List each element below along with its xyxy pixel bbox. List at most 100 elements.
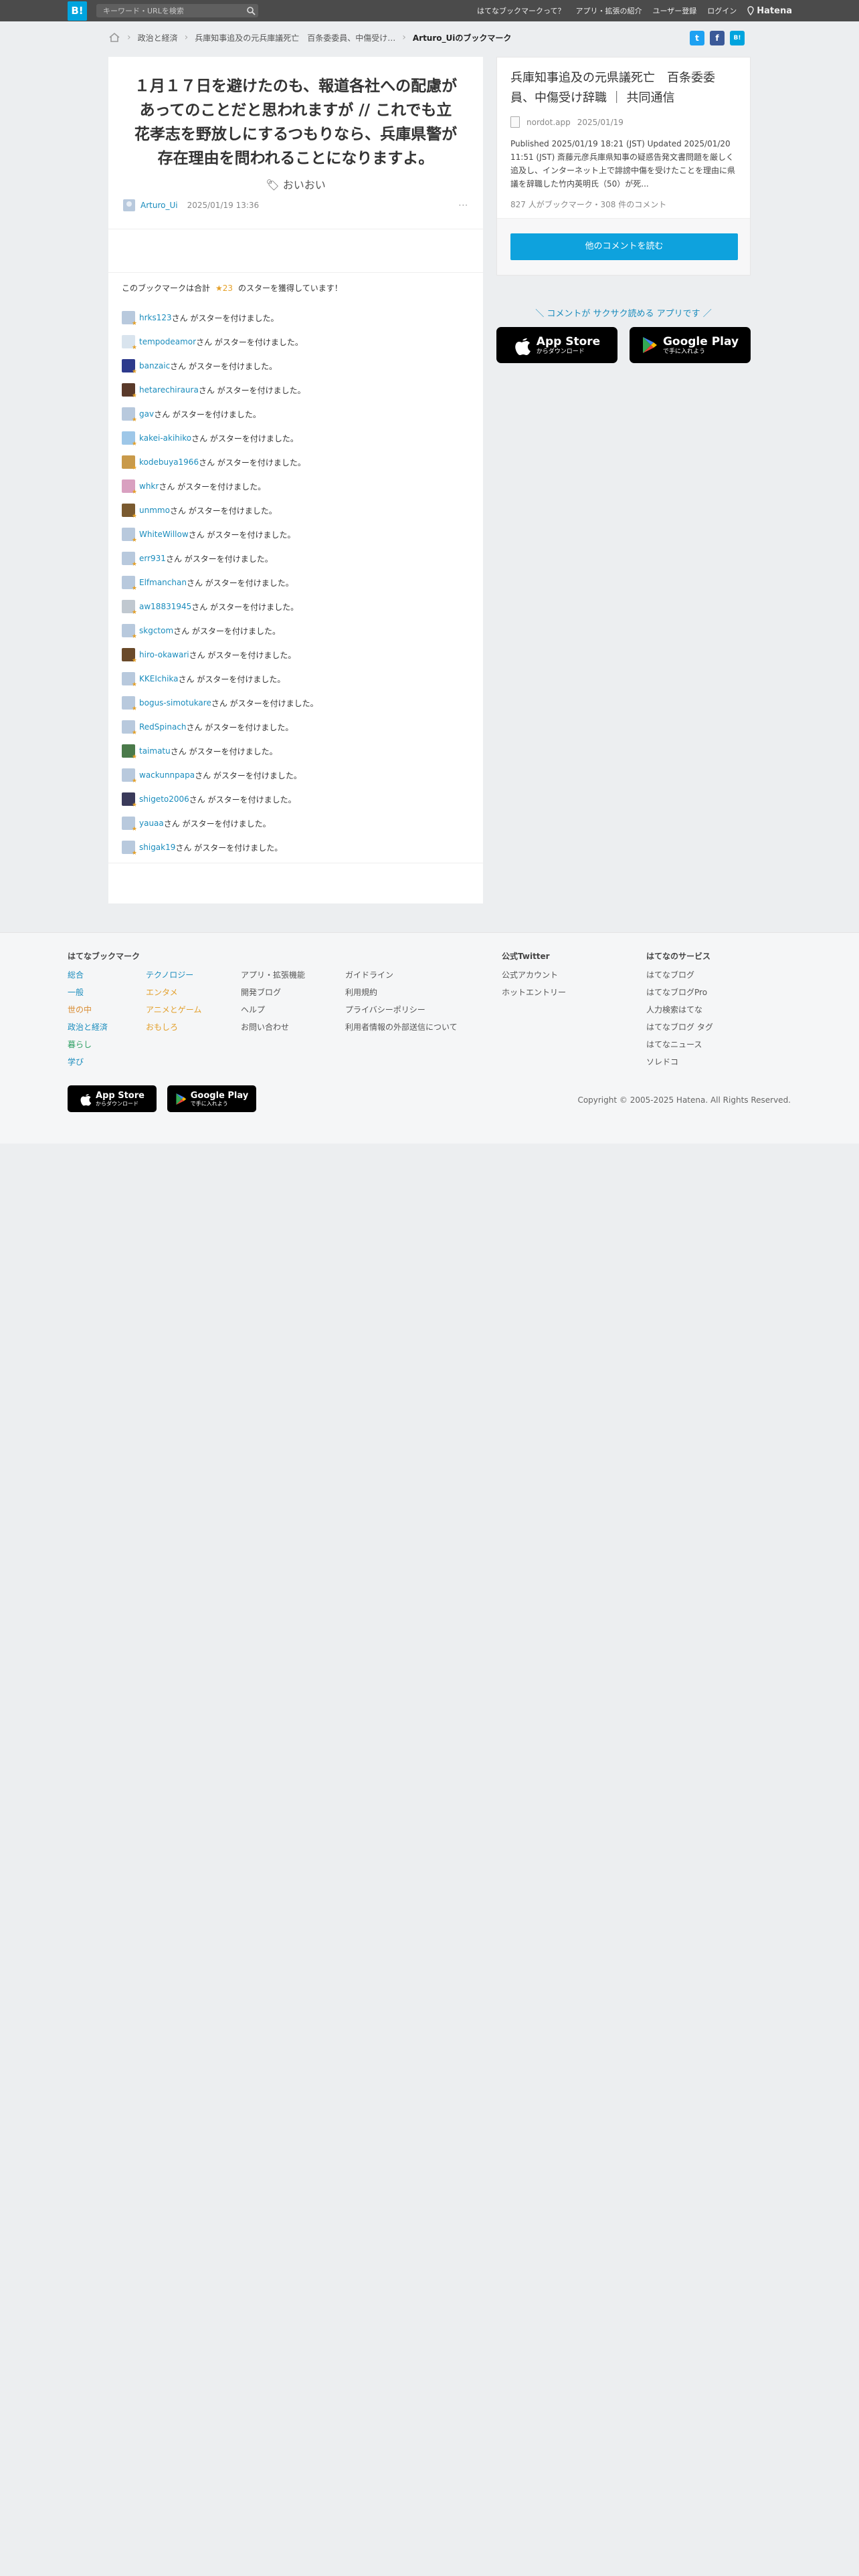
footer-link-blog[interactable]: はてなブログ — [646, 966, 713, 984]
footer-link-external-send[interactable]: 利用者情報の外部送信について — [345, 1018, 458, 1036]
avatar[interactable]: ★ — [122, 648, 137, 664]
star-action-text: さん がスターを付けました。 — [186, 722, 294, 732]
entry-source[interactable]: nordot.app — [527, 118, 571, 127]
star-user-name[interactable]: whkr — [139, 481, 159, 491]
footer-app-store-button[interactable]: App Store からダウンロード — [68, 1085, 157, 1112]
star-user-name[interactable]: KKEIchika — [139, 674, 179, 683]
star-user-name[interactable]: err931 — [139, 554, 166, 563]
footer-link-hot-entry[interactable]: ホットエントリー — [502, 984, 566, 1001]
avatar[interactable]: ★ — [122, 528, 137, 544]
nav-login[interactable]: ログイン — [707, 5, 737, 16]
footer-link-privacy[interactable]: プライバシーポリシー — [345, 1001, 458, 1018]
star-user-name[interactable]: hrks123 — [139, 313, 172, 322]
hatena-share-icon[interactable]: B! — [730, 31, 745, 45]
hatena-brand[interactable]: Hatena — [747, 6, 792, 16]
star-user-name[interactable]: taimatu — [139, 746, 171, 756]
facebook-share-icon[interactable]: f — [710, 31, 725, 45]
search-input[interactable] — [96, 4, 244, 17]
footer-link-guideline[interactable]: ガイドライン — [345, 966, 458, 984]
avatar[interactable]: ★ — [122, 841, 137, 857]
entry-title[interactable]: 兵庫知事追及の元県議死亡 百条委委員、中傷受け辞職 ｜ 共同通信 — [510, 68, 737, 108]
star-user-name[interactable]: unmmo — [139, 506, 170, 515]
star-user-name[interactable]: tempodeamor — [139, 337, 196, 346]
avatar[interactable]: ★ — [122, 455, 137, 471]
footer-link-fun[interactable]: おもしろ — [146, 1018, 201, 1036]
avatar[interactable]: ★ — [122, 817, 137, 833]
avatar[interactable]: ★ — [122, 720, 137, 736]
star-user-name[interactable]: hetarechiraura — [139, 385, 199, 395]
footer-link-entertainment[interactable]: エンタメ — [146, 984, 201, 1001]
home-icon[interactable] — [108, 32, 120, 43]
footer-link-apps[interactable]: アプリ・拡張機能 — [241, 966, 305, 984]
footer-link-help[interactable]: ヘルプ — [241, 1001, 305, 1018]
star-user-name[interactable]: hiro-okawari — [139, 650, 189, 659]
footer-link-dev-blog[interactable]: 開発ブログ — [241, 984, 305, 1001]
avatar[interactable]: ★ — [122, 431, 137, 447]
footer-link-technology[interactable]: テクノロジー — [146, 966, 201, 984]
bookmark-tag[interactable]: 🏷 おいおい — [108, 176, 483, 192]
avatar[interactable]: ★ — [122, 335, 137, 351]
twitter-share-icon[interactable]: t — [690, 31, 704, 45]
footer-link-jinriki[interactable]: 人力検索はてな — [646, 1001, 713, 1018]
footer-link-blog-tag[interactable]: はてなブログ タグ — [646, 1018, 713, 1036]
avatar[interactable]: ★ — [122, 792, 137, 809]
nav-apps[interactable]: アプリ・拡張の紹介 — [576, 5, 642, 16]
avatar[interactable]: ★ — [122, 383, 137, 399]
hatena-bookmark-logo[interactable]: B! — [68, 1, 87, 21]
star-user-name[interactable]: banzaic — [139, 361, 170, 370]
footer-link-contact[interactable]: お問い合わせ — [241, 1018, 305, 1036]
star-user-name[interactable]: skgctom — [139, 626, 173, 635]
breadcrumb-entry[interactable]: 兵庫知事追及の元兵庫議死亡 百条委委員、中傷受け… — [195, 32, 395, 43]
avatar[interactable]: ★ — [122, 479, 137, 496]
search-icon[interactable] — [246, 6, 256, 15]
star-user-name[interactable]: gav — [139, 409, 154, 419]
footer-link-blog-pro[interactable]: はてなブログPro — [646, 984, 713, 1001]
avatar[interactable]: ★ — [122, 696, 137, 712]
bookmark-date[interactable]: 2025/01/19 13:36 — [187, 201, 260, 210]
avatar[interactable]: ★ — [122, 600, 137, 616]
footer-link-general[interactable]: 総合 — [68, 966, 108, 984]
star-user-name[interactable]: kakei-akihiko — [139, 433, 191, 443]
footer-link-society[interactable]: 世の中 — [68, 1001, 108, 1018]
avatar[interactable]: ★ — [122, 672, 137, 688]
star-user-name[interactable]: shigak19 — [139, 843, 175, 852]
footer-link-anime-game[interactable]: アニメとゲーム — [146, 1001, 201, 1018]
avatar[interactable] — [123, 199, 135, 211]
nav-about[interactable]: はてなブックマークって？ — [477, 5, 565, 16]
google-play-button[interactable]: Google Play で手に入れよう — [630, 327, 751, 363]
footer-link-life[interactable]: 暮らし — [68, 1036, 108, 1053]
footer-link-news[interactable]: はてなニュース — [646, 1036, 713, 1053]
footer-link-ippan[interactable]: 一般 — [68, 984, 108, 1001]
footer-link-terms[interactable]: 利用規約 — [345, 984, 458, 1001]
star-user-name[interactable]: wackunnpapa — [139, 770, 195, 780]
star-user-name[interactable]: RedSpinach — [139, 722, 187, 732]
avatar[interactable]: ★ — [122, 504, 137, 520]
star-user-name[interactable]: aw18831945 — [139, 602, 191, 611]
footer-link-learning[interactable]: 学び — [68, 1053, 108, 1071]
entry-bookmark-count[interactable]: 827 人がブックマーク・308 件のコメント — [510, 199, 737, 210]
avatar[interactable]: ★ — [122, 552, 137, 568]
avatar[interactable]: ★ — [122, 576, 137, 592]
breadcrumb-category[interactable]: 政治と経済 — [138, 32, 178, 43]
star-user-name[interactable]: bogus-simotukare — [139, 698, 211, 708]
footer-link-soredoko[interactable]: ソレドコ — [646, 1053, 713, 1071]
avatar[interactable]: ★ — [122, 624, 137, 640]
avatar[interactable]: ★ — [122, 407, 137, 423]
avatar[interactable]: ★ — [122, 311, 137, 327]
star-user-name[interactable]: Elfmanchan — [139, 578, 187, 587]
star-user-name[interactable]: WhiteWillow — [139, 530, 189, 539]
star-user-name[interactable]: kodebuya1966 — [139, 457, 199, 467]
avatar[interactable]: ★ — [122, 359, 137, 375]
footer-link-official-account[interactable]: 公式アカウント — [502, 966, 566, 984]
more-menu-icon[interactable]: ··· — [459, 201, 468, 210]
avatar[interactable]: ★ — [122, 744, 137, 760]
app-store-button[interactable]: App Store からダウンロード — [496, 327, 617, 363]
star-user-name[interactable]: yauaa — [139, 819, 164, 828]
footer-link-politics[interactable]: 政治と経済 — [68, 1018, 108, 1036]
nav-register[interactable]: ユーザー登録 — [653, 5, 697, 16]
bookmark-user[interactable]: Arturo_Ui — [140, 201, 178, 210]
avatar[interactable]: ★ — [122, 768, 137, 784]
star-user-name[interactable]: shigeto2006 — [139, 794, 189, 804]
footer-google-play-button[interactable]: Google Play で手に入れよう — [167, 1085, 256, 1112]
read-more-comments-button[interactable]: 他のコメントを読む — [510, 233, 738, 260]
